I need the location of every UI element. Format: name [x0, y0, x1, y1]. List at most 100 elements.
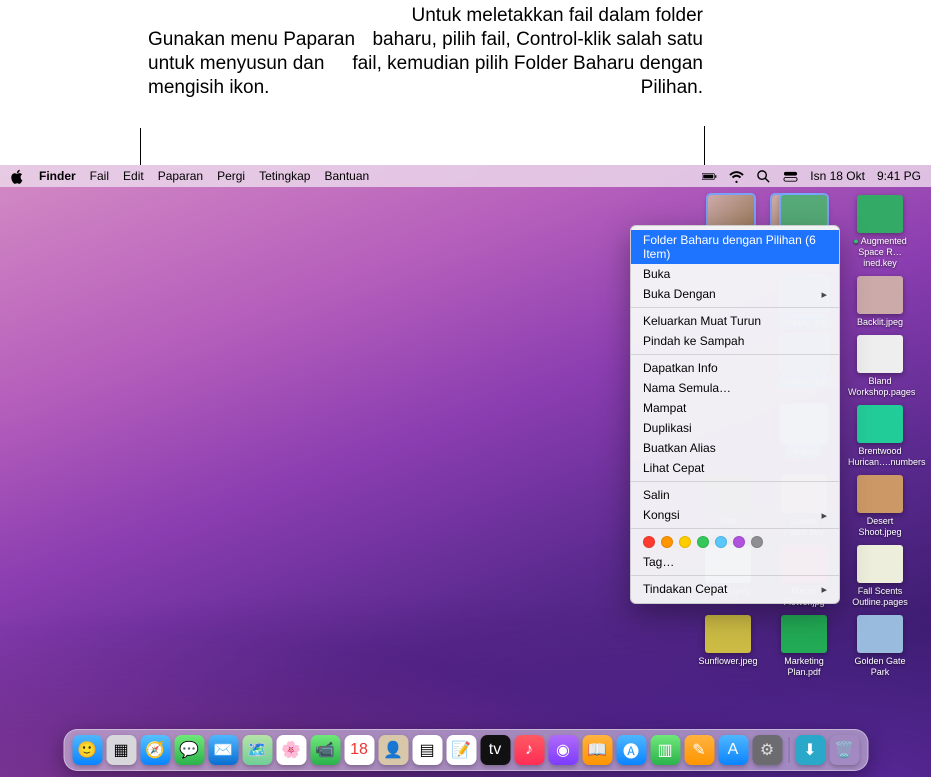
ctx-open-with[interactable]: Buka Dengan▸	[631, 284, 839, 304]
dock-app-app-store-2[interactable]: A	[718, 735, 748, 765]
ctx-duplicate[interactable]: Duplikasi	[631, 418, 839, 438]
dock-app-launchpad[interactable]: ▦	[106, 735, 136, 765]
tag-color-dot[interactable]	[661, 536, 673, 548]
ctx-open[interactable]: Buka	[631, 264, 839, 284]
spotlight-icon[interactable]	[756, 169, 771, 184]
menubar-item-view[interactable]: Paparan	[158, 169, 203, 183]
desktop-file[interactable]: Fall Scents Outline.pages	[845, 545, 915, 609]
menu-bar: Finder Fail Edit Paparan Pergi Tetingkap…	[0, 165, 931, 187]
desktop-file[interactable]: Sunflower.jpeg	[693, 615, 763, 679]
dock-app-mail[interactable]: ✉️	[208, 735, 238, 765]
dock-app-trash[interactable]: 🗑️	[829, 735, 859, 765]
desktop-file[interactable]: Bland Workshop.pages	[845, 335, 915, 399]
file-label: Bland Workshop.pages	[845, 375, 915, 399]
battery-icon[interactable]	[702, 169, 717, 184]
file-label: Golden Gate Park	[845, 655, 915, 679]
control-center-icon[interactable]	[783, 169, 798, 184]
menubar-item-go[interactable]: Pergi	[217, 169, 245, 183]
dock-app-appstore[interactable]: 🅐	[616, 735, 646, 765]
menubar-app-name[interactable]: Finder	[39, 169, 76, 183]
file-label: Marketing Plan.pdf	[769, 655, 839, 679]
menubar-item-file[interactable]: Fail	[90, 169, 109, 183]
dock-app-contacts[interactable]: 👤	[378, 735, 408, 765]
ctx-get-info[interactable]: Dapatkan Info	[631, 358, 839, 378]
dock-app-calendar[interactable]: 18	[344, 735, 374, 765]
ctx-separator	[631, 575, 839, 576]
ctx-move-to-trash[interactable]: Pindah ke Sampah	[631, 331, 839, 351]
wifi-icon[interactable]	[729, 169, 744, 184]
menubar-time[interactable]: 9:41 PG	[877, 169, 921, 183]
dock-app-podcasts[interactable]: ◉	[548, 735, 578, 765]
desktop-file[interactable]: Augmented Space R…ined.key	[845, 195, 915, 270]
file-thumb	[857, 475, 903, 513]
file-thumb	[857, 335, 903, 373]
ctx-copy[interactable]: Salin	[631, 485, 839, 505]
ctx-separator	[631, 528, 839, 529]
dock-app-maps[interactable]: 🗺️	[242, 735, 272, 765]
dock-app-numbers-app[interactable]: ▥	[650, 735, 680, 765]
file-label: Augmented Space R…ined.key	[845, 235, 915, 270]
dock-app-facetime[interactable]: 📹	[310, 735, 340, 765]
menubar-item-help[interactable]: Bantuan	[324, 169, 369, 183]
file-thumb	[857, 615, 903, 653]
ctx-tag-colors	[631, 532, 839, 552]
chevron-right-icon: ▸	[821, 583, 827, 596]
dock-separator	[788, 737, 789, 763]
menubar-item-window[interactable]: Tetingkap	[259, 169, 310, 183]
menubar-date[interactable]: Isn 18 Okt	[810, 169, 865, 183]
dock-app-pages-app[interactable]: ✎	[684, 735, 714, 765]
tag-color-dot[interactable]	[679, 536, 691, 548]
file-label: Backlit.jpeg	[854, 316, 906, 329]
dock: 🙂▦🧭💬✉️🗺️🌸📹18👤▤📝tv♪◉📖🅐▥✎A⚙︎ ⬇︎🗑️	[63, 729, 868, 771]
dock-app-finder[interactable]: 🙂	[72, 735, 102, 765]
dock-app-safari[interactable]: 🧭	[140, 735, 170, 765]
mac-desktop: Finder Fail Edit Paparan Pergi Tetingkap…	[0, 165, 931, 777]
tag-color-dot[interactable]	[697, 536, 709, 548]
desktop-file[interactable]: Brentwood Hurican….numbers	[845, 405, 915, 469]
file-thumb	[857, 195, 903, 233]
ctx-remove-download[interactable]: Keluarkan Muat Turun	[631, 311, 839, 331]
file-thumb	[857, 276, 903, 314]
desktop-file[interactable]: Backlit.jpeg	[845, 276, 915, 329]
dock-app-tv[interactable]: tv	[480, 735, 510, 765]
context-menu: Folder Baharu dengan Pilihan (6 Item) Bu…	[630, 225, 840, 604]
ctx-rename[interactable]: Nama Semula…	[631, 378, 839, 398]
file-thumb	[857, 405, 903, 443]
tag-color-dot[interactable]	[751, 536, 763, 548]
dock-app-music[interactable]: ♪	[514, 735, 544, 765]
desktop-file[interactable]: Golden Gate Park	[845, 615, 915, 679]
tag-color-dot[interactable]	[643, 536, 655, 548]
tag-color-dot[interactable]	[733, 536, 745, 548]
ctx-quick-actions[interactable]: Tindakan Cepat▸	[631, 579, 839, 599]
file-label: Sunflower.jpeg	[695, 655, 760, 668]
ctx-separator	[631, 307, 839, 308]
dock-app-messages[interactable]: 💬	[174, 735, 204, 765]
callout-new-folder: Untuk meletakkan fail dalam folder bahar…	[343, 4, 703, 100]
ctx-share[interactable]: Kongsi▸	[631, 505, 839, 525]
desktop-file[interactable]: Marketing Plan.pdf	[769, 615, 839, 679]
file-thumb	[705, 615, 751, 653]
desktop-file[interactable]: Desert Shoot.jpeg	[845, 475, 915, 539]
file-label: Brentwood Hurican….numbers	[845, 445, 915, 469]
dock-app-books[interactable]: 📖	[582, 735, 612, 765]
dock-app-downloads[interactable]: ⬇︎	[795, 735, 825, 765]
chevron-right-icon: ▸	[821, 509, 827, 522]
dock-app-settings[interactable]: ⚙︎	[752, 735, 782, 765]
ctx-tag[interactable]: Tag…	[631, 552, 839, 572]
ctx-compress[interactable]: Mampat	[631, 398, 839, 418]
ctx-separator	[631, 354, 839, 355]
file-label: Fall Scents Outline.pages	[845, 585, 915, 609]
dock-app-photos[interactable]: 🌸	[276, 735, 306, 765]
file-thumb	[857, 545, 903, 583]
ctx-separator	[631, 481, 839, 482]
menubar-item-edit[interactable]: Edit	[123, 169, 144, 183]
ctx-quick-look[interactable]: Lihat Cepat	[631, 458, 839, 478]
ctx-new-folder-with-selection[interactable]: Folder Baharu dengan Pilihan (6 Item)	[631, 230, 839, 264]
tag-color-dot[interactable]	[715, 536, 727, 548]
chevron-right-icon: ▸	[821, 288, 827, 301]
dock-app-notes[interactable]: 📝	[446, 735, 476, 765]
dock-app-reminders[interactable]: ▤	[412, 735, 442, 765]
ctx-make-alias[interactable]: Buatkan Alias	[631, 438, 839, 458]
annotation-area: Gunakan menu Paparan untuk menyusun dan …	[0, 0, 931, 165]
apple-menu-icon[interactable]	[10, 169, 25, 184]
